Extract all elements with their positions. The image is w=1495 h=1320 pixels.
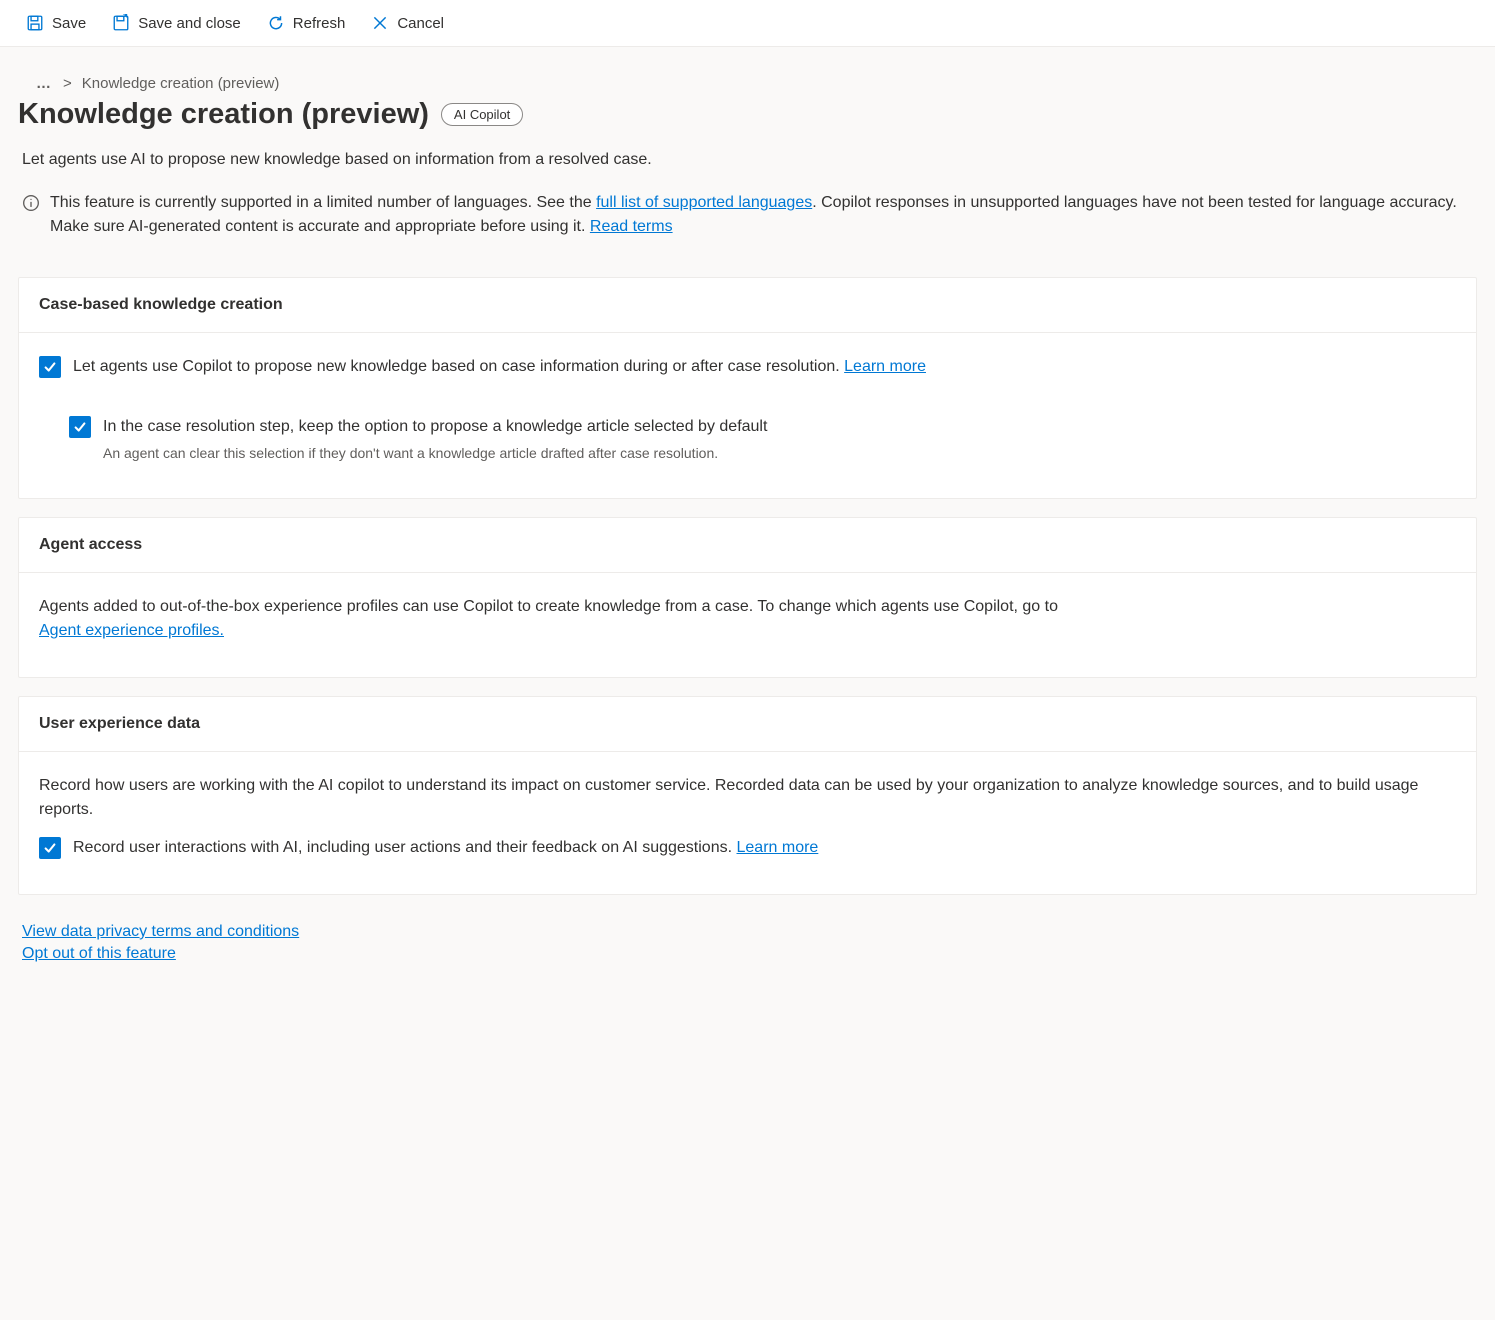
card-user-experience-data-title: User experience data xyxy=(19,697,1476,752)
row-enable-case-knowledge: Let agents use Copilot to propose new kn… xyxy=(39,355,1456,379)
save-close-label: Save and close xyxy=(138,15,241,32)
checkbox-enable-case-knowledge-label: Let agents use Copilot to propose new kn… xyxy=(73,358,926,375)
save-icon xyxy=(26,14,44,32)
save-button[interactable]: Save xyxy=(16,8,96,38)
refresh-label: Refresh xyxy=(293,15,346,32)
opt-out-link[interactable]: Opt out of this feature xyxy=(22,945,176,963)
card-user-experience-data: User experience data Record how users ar… xyxy=(18,696,1477,895)
breadcrumb: … > Knowledge creation (preview) xyxy=(18,67,1477,98)
agent-access-text: Agents added to out-of-the-box experienc… xyxy=(39,595,1456,643)
supported-languages-link[interactable]: full list of supported languages xyxy=(596,194,812,211)
info-icon xyxy=(22,194,40,212)
save-close-icon xyxy=(112,14,130,32)
banner-text: This feature is currently supported in a… xyxy=(50,191,1473,239)
save-and-close-button[interactable]: Save and close xyxy=(102,8,251,38)
learn-more-record-link[interactable]: Learn more xyxy=(737,839,819,856)
learn-more-case-link[interactable]: Learn more xyxy=(844,358,926,375)
page-header: Knowledge creation (preview) AI Copilot xyxy=(18,98,1477,147)
card-agent-access-title: Agent access xyxy=(19,518,1476,573)
breadcrumb-more-icon[interactable]: … xyxy=(36,81,53,87)
cancel-button[interactable]: Cancel xyxy=(361,8,454,38)
read-terms-link[interactable]: Read terms xyxy=(590,218,673,235)
save-label: Save xyxy=(52,15,86,32)
breadcrumb-current: Knowledge creation (preview) xyxy=(82,75,280,92)
user-experience-text: Record how users are working with the AI… xyxy=(39,774,1456,822)
command-bar: Save Save and close Refresh Cancel xyxy=(0,0,1495,47)
card-agent-access: Agent access Agents added to out-of-the-… xyxy=(18,517,1477,678)
intro-text: Let agents use AI to propose new knowled… xyxy=(18,147,1477,191)
refresh-icon xyxy=(267,14,285,32)
checkbox-record-interactions-label: Record user interactions with AI, includ… xyxy=(73,839,818,856)
footer-links: View data privacy terms and conditions O… xyxy=(18,895,1477,963)
agent-experience-profiles-link[interactable]: Agent experience profiles. xyxy=(39,622,224,639)
checkbox-record-interactions[interactable] xyxy=(39,837,61,859)
cancel-label: Cancel xyxy=(397,15,444,32)
row-record-interactions: Record user interactions with AI, includ… xyxy=(39,836,1456,860)
checkbox-keep-default-selected-label: In the case resolution step, keep the op… xyxy=(103,418,767,435)
row-keep-default-selected: In the case resolution step, keep the op… xyxy=(69,415,1456,464)
language-support-banner: This feature is currently supported in a… xyxy=(18,191,1477,259)
checkbox-keep-default-selected-desc: An agent can clear this selection if the… xyxy=(103,443,1456,464)
checkbox-keep-default-selected[interactable] xyxy=(69,416,91,438)
checkbox-enable-case-knowledge[interactable] xyxy=(39,356,61,378)
privacy-terms-link[interactable]: View data privacy terms and conditions xyxy=(22,923,299,941)
card-case-based-title: Case-based knowledge creation xyxy=(19,278,1476,333)
ai-copilot-badge: AI Copilot xyxy=(441,103,523,126)
card-case-based: Case-based knowledge creation Let agents… xyxy=(18,277,1477,499)
page-title: Knowledge creation (preview) xyxy=(18,98,429,131)
close-icon xyxy=(371,14,389,32)
refresh-button[interactable]: Refresh xyxy=(257,8,356,38)
breadcrumb-sep: > xyxy=(63,75,72,92)
